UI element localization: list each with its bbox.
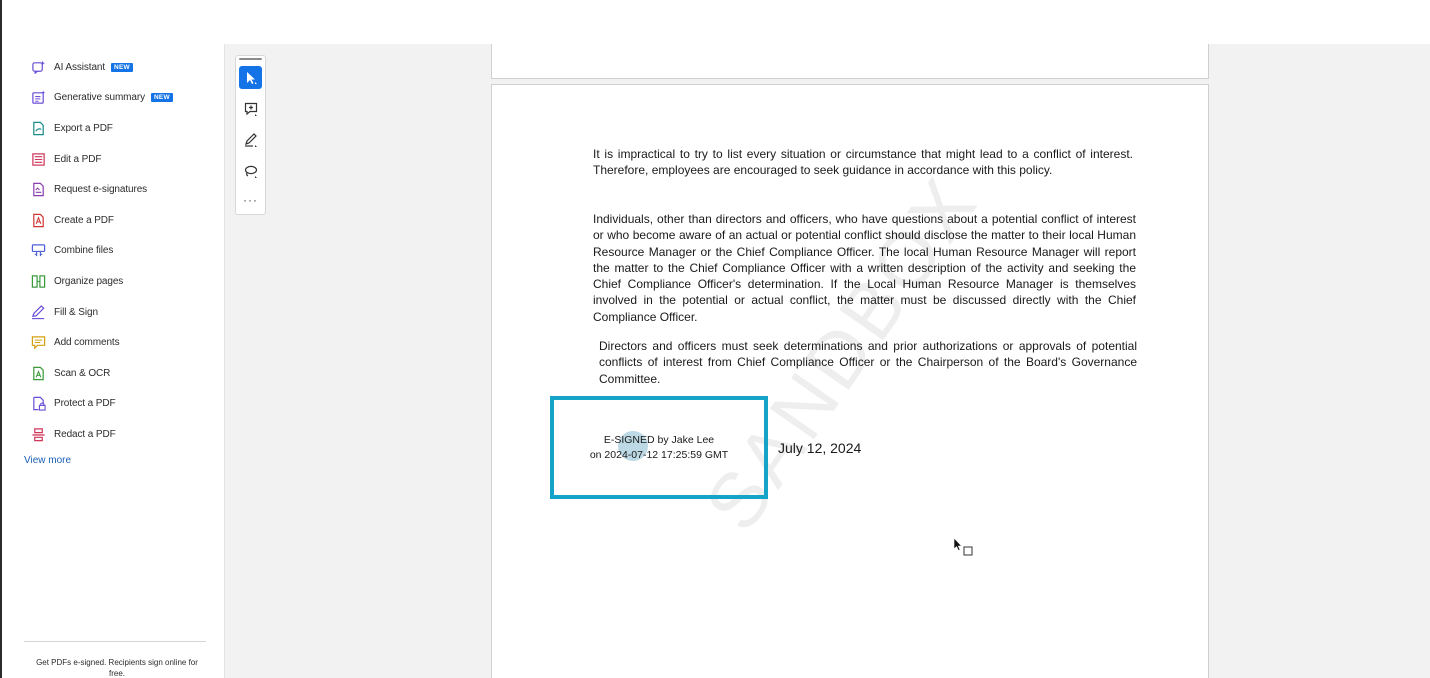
sidebar-item-label: Redact a PDF	[54, 428, 116, 440]
sidebar-item-request-esignature[interactable]: Request e-signatures	[2, 174, 224, 205]
sidebar-item-generative-summary[interactable]: Generative summary NEW	[2, 83, 224, 114]
more-dots-icon: ···	[243, 192, 258, 207]
pdf-page: SANDBOX It is impractical to try to list…	[491, 84, 1209, 678]
edit-pdf-icon	[30, 151, 46, 167]
paragraph-3: Directors and officers must seek determi…	[599, 339, 1137, 386]
mouse-cursor-icon	[953, 537, 973, 556]
sidebar-divider	[24, 641, 206, 642]
sidebar-item-edit-pdf[interactable]: Edit a PDF	[2, 144, 224, 175]
new-badge: NEW	[111, 62, 133, 72]
sidebar-item-organize-pages[interactable]: Organize pages	[2, 266, 224, 297]
lasso-icon	[244, 165, 257, 178]
sidebar-item-scan-ocr[interactable]: Scan & OCR	[2, 358, 224, 389]
cursor-arrow-icon	[246, 71, 257, 84]
signature-text: E-SIGNED by Jake Lee on 2024-07-12 17:25…	[554, 433, 764, 462]
acrobat-window: AI Assistant NEW Generative summary NEW Expo…	[0, 0, 1430, 678]
generative-summary-icon	[30, 90, 46, 106]
signature-field[interactable]: E-SIGNED by Jake Lee on 2024-07-12 17:25…	[550, 396, 768, 499]
organize-pages-icon	[30, 273, 46, 289]
sidebar-item-ai-assistant[interactable]: AI Assistant NEW	[2, 52, 224, 83]
sidebar-item-label: Organize pages	[54, 275, 124, 287]
ai-assistant-icon	[30, 59, 46, 75]
sidebar-item-label: Export a PDF	[54, 122, 113, 134]
more-tools-button[interactable]: ···	[239, 188, 262, 211]
highlight-tool-button[interactable]	[239, 128, 262, 151]
esign-promo-text: Get PDFs e-signed. Recipients sign onlin…	[36, 658, 198, 678]
quick-tools-toolbar: ···	[235, 55, 266, 215]
signature-date: July 12, 2024	[778, 440, 862, 456]
signature-line-1: E-SIGNED by Jake Lee	[603, 434, 715, 446]
view-more-link[interactable]: View more	[24, 455, 71, 466]
toolbar-grip[interactable]	[239, 58, 262, 60]
select-tool-button[interactable]	[239, 66, 262, 89]
pen-icon	[244, 132, 257, 147]
tools-sidebar: AI Assistant NEW Generative summary NEW Expo…	[2, 44, 225, 678]
sidebar-item-create-pdf[interactable]: Create a PDF	[2, 205, 224, 236]
sidebar-item-label: Request e-signatures	[54, 184, 148, 196]
sidebar-item-label: Combine files	[54, 245, 114, 257]
create-pdf-icon	[30, 212, 46, 228]
sidebar-item-redact-pdf[interactable]: Redact a PDF	[2, 419, 224, 450]
request-esignature-icon	[30, 182, 46, 198]
sidebar-item-add-comments[interactable]: Add comments	[2, 327, 224, 358]
paragraph-2: Individuals, other than directors and of…	[593, 212, 1136, 324]
previous-page	[491, 44, 1209, 79]
sidebar-item-label: Add comments	[54, 337, 120, 349]
sidebar-item-combine-files[interactable]: Combine files	[2, 236, 224, 267]
sidebar-item-label: Generative summary	[54, 92, 146, 104]
scan-ocr-icon	[30, 365, 46, 381]
comment-plus-icon	[244, 102, 257, 116]
sidebar-item-export-pdf[interactable]: Export a PDF	[2, 113, 224, 144]
tool-list: AI Assistant NEW Generative summary NEW Expo…	[2, 52, 224, 450]
sidebar-item-label: Fill & Sign	[54, 306, 98, 318]
sidebar-item-protect-pdf[interactable]: Protect a PDF	[2, 389, 224, 420]
new-badge: NEW	[151, 93, 173, 103]
sidebar-item-label: Create a PDF	[54, 214, 114, 226]
sidebar-item-label: AI Assistant	[54, 61, 106, 73]
sidebar-item-label: Scan & OCR	[54, 367, 111, 379]
sidebar-item-label: Protect a PDF	[54, 398, 116, 410]
redact-pdf-icon	[30, 426, 46, 442]
sidebar-item-fill-sign[interactable]: Fill & Sign	[2, 297, 224, 328]
draw-tool-button[interactable]	[239, 159, 262, 182]
combine-files-icon	[30, 243, 46, 259]
sidebar-item-label: Edit a PDF	[54, 153, 102, 165]
top-strip	[0, 0, 1430, 44]
paragraph-1: It is impractical to try to list every s…	[593, 147, 1133, 178]
add-comment-tool-button[interactable]	[239, 97, 262, 120]
protect-pdf-icon	[30, 396, 46, 412]
fill-sign-icon	[30, 304, 46, 320]
add-comments-icon	[30, 335, 46, 351]
signature-line-2: on 2024-07-12 17:25:59 GMT	[589, 448, 729, 461]
export-pdf-icon	[30, 120, 46, 136]
